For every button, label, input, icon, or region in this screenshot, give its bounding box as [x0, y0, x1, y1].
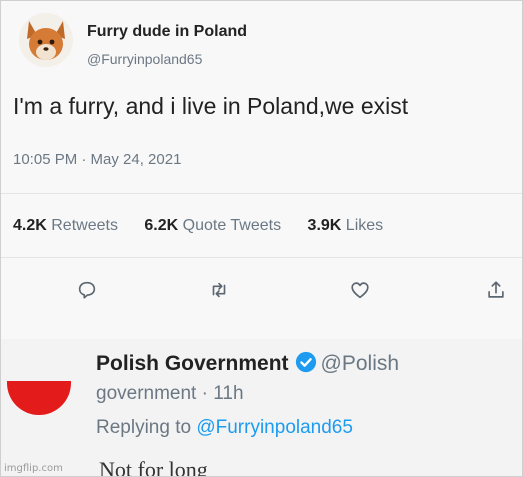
retweets-stat[interactable]: 4.2K Retweets: [13, 217, 118, 235]
retweet-icon: [212, 282, 226, 298]
like-button[interactable]: [346, 277, 374, 303]
divider: [1, 257, 522, 258]
imgflip-watermark: imgflip.com: [4, 463, 63, 474]
reply-button[interactable]: [73, 277, 101, 303]
replying-to: Replying to @Furryinpoland65: [96, 417, 353, 439]
reply-meta: government · 11h: [96, 383, 244, 405]
quote-tweets-label: Quote Tweets: [182, 217, 282, 234]
reply-author-handle[interactable]: @Polish: [321, 352, 400, 375]
replying-to-mention[interactable]: @Furryinpoland65: [196, 417, 353, 438]
heart-icon: [351, 282, 369, 299]
reply-author-handle-continued[interactable]: government: [96, 383, 196, 404]
avatar[interactable]: [19, 13, 73, 67]
share-icon: [488, 281, 504, 298]
tweet-stats: 4.2K Retweets 6.2K Quote Tweets 3.9K Lik…: [13, 217, 405, 235]
tweet-timestamp[interactable]: 10:05 PM · May 24, 2021: [13, 151, 181, 168]
reply-time[interactable]: · 11h: [202, 383, 244, 404]
tweet-text: I'm a furry, and i live in Poland,we exi…: [13, 93, 409, 119]
likes-label: Likes: [345, 217, 384, 234]
main-tweet[interactable]: Furry dude in Poland @Furryinpoland65 I'…: [1, 1, 522, 339]
reply-author-name[interactable]: Polish Government: [96, 352, 289, 375]
tweet-author-name[interactable]: Furry dude in Poland: [87, 23, 247, 41]
tweet-author-handle[interactable]: @Furryinpoland65: [87, 51, 202, 67]
likes-stat[interactable]: 3.9K Likes: [308, 217, 384, 235]
replying-to-label: Replying to: [96, 417, 192, 438]
poland-flag-avatar[interactable]: [7, 381, 71, 415]
comment-icon: [78, 281, 96, 299]
quote-tweets-stat[interactable]: 6.2K Quote Tweets: [144, 217, 281, 235]
likes-count: 3.9K: [307, 217, 342, 234]
retweets-label: Retweets: [51, 217, 118, 234]
reply-tweet[interactable]: Polish Government @Polish government · 11…: [1, 339, 522, 476]
reply-text: Not for long: [99, 457, 208, 477]
verified-badge-icon: [295, 351, 316, 373]
retweets-count: 4.2K: [13, 217, 47, 234]
retweet-button[interactable]: [205, 277, 233, 303]
share-button[interactable]: [482, 277, 510, 303]
divider: [1, 193, 522, 194]
quote-tweets-count: 6.2K: [144, 217, 179, 234]
reply-author-line: Polish Government @Polish: [96, 351, 399, 376]
screenshot-frame: Furry dude in Poland @Furryinpoland65 I'…: [0, 0, 523, 477]
